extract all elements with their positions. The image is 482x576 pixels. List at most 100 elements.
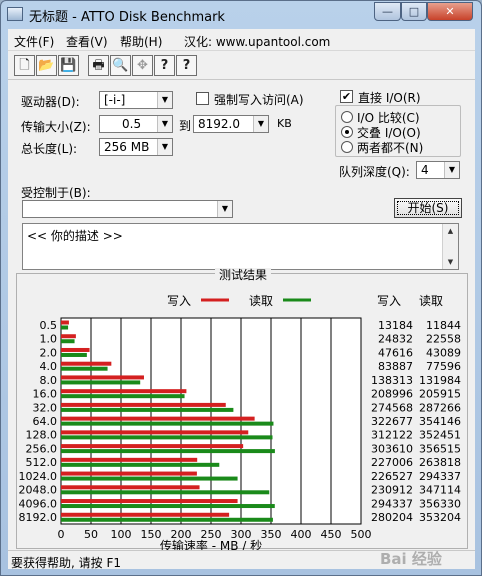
window-title: 无标题 - ATTO Disk Benchmark <box>29 10 225 25</box>
context-help-icon[interactable]: ? <box>176 55 197 76</box>
close-button[interactable]: ✕ <box>427 2 473 21</box>
chevron-down-icon[interactable]: ▼ <box>444 162 459 178</box>
read-value: 263818 <box>419 456 461 469</box>
read-bar <box>61 380 141 385</box>
kb-label: KB <box>277 117 292 130</box>
chevron-down-icon[interactable]: ▼ <box>157 116 172 132</box>
chevron-down-icon[interactable]: ▼ <box>157 139 172 155</box>
read-bar <box>61 517 273 522</box>
overlapped-io-radio[interactable] <box>341 126 353 138</box>
y-category-label: 512.0 <box>26 456 58 469</box>
read-value: 347114 <box>419 484 461 497</box>
transfer-to-select[interactable]: 8192.0 ▼ <box>193 115 269 133</box>
menu-view[interactable]: 查看(V) <box>66 33 108 50</box>
read-value: 22558 <box>426 333 461 346</box>
y-category-label: 1024.0 <box>19 470 58 483</box>
total-length-value: 256 MB <box>104 140 150 154</box>
read-bar <box>61 407 234 412</box>
maximize-button[interactable]: □ <box>401 2 427 21</box>
write-bar <box>61 334 76 339</box>
x-tick-label: 50 <box>84 528 98 541</box>
write-bar <box>61 320 69 325</box>
menu-localization[interactable]: 汉化: www.upantool.com <box>184 33 330 50</box>
write-value: 294337 <box>371 497 413 510</box>
y-category-label: 1.0 <box>40 333 58 346</box>
x-tick-label: 150 <box>141 528 162 541</box>
drive-label: 驱动器(D): <box>21 95 80 109</box>
read-bar <box>61 352 87 357</box>
title-bar[interactable]: 无标题 - ATTO Disk Benchmark — □ ✕ <box>1 1 481 29</box>
direct-io-checkbox[interactable]: ✔ <box>340 90 353 103</box>
x-axis-label: 传输速率 - MB / 秒 <box>160 538 262 550</box>
controlled-by-label: 受控制于(B): <box>21 186 91 200</box>
results-group: 测试结果 0 50 100 150 200 250 300 350 400 450 500 写入 读取写… <box>16 268 468 550</box>
read-value: 11844 <box>426 319 461 332</box>
read-bar <box>61 476 238 481</box>
write-bar <box>61 361 112 366</box>
write-bar <box>61 375 144 380</box>
write-value: 280204 <box>371 511 413 524</box>
x-tick-label: 350 <box>261 528 282 541</box>
read-value: 356515 <box>419 442 461 455</box>
x-tick-label: 500 <box>351 528 372 541</box>
write-value: 230912 <box>371 484 413 497</box>
y-category-label: 32.0 <box>33 401 58 414</box>
read-value: 356330 <box>419 497 461 510</box>
write-bar <box>61 389 187 394</box>
force-write-label: 强制写入访问(A) <box>214 93 304 107</box>
neither-label: 两者都不(N) <box>357 141 424 155</box>
y-category-label: 2.0 <box>40 346 58 359</box>
read-bar <box>61 366 108 371</box>
y-category-label: 128.0 <box>26 429 58 442</box>
y-category-label: 8.0 <box>40 374 58 387</box>
chevron-down-icon[interactable]: ▼ <box>253 116 268 132</box>
force-write-checkbox[interactable] <box>196 92 209 105</box>
total-length-label: 总长度(L): <box>21 142 78 156</box>
save-icon[interactable]: 💾 <box>58 55 79 76</box>
write-value: 226527 <box>371 470 413 483</box>
chevron-down-icon[interactable]: ▼ <box>157 92 172 108</box>
write-value: 24832 <box>378 333 413 346</box>
read-column-header: 读取 <box>419 294 443 308</box>
direct-io-label: 直接 I/O(R) <box>358 91 421 105</box>
total-length-select[interactable]: 256 MB ▼ <box>99 138 173 156</box>
io-compare-radio[interactable] <box>341 111 353 123</box>
legend-read-label: 读取 <box>249 294 273 308</box>
y-category-label: 16.0 <box>33 388 58 401</box>
watermark: Bai 经验 <box>380 550 442 568</box>
status-text: 要获得帮助, 请按 F1 <box>11 556 121 570</box>
move-icon[interactable]: ✥ <box>132 55 153 76</box>
transfer-size-label: 传输大小(Z): <box>21 120 91 134</box>
print-preview-icon[interactable]: 🔍 <box>110 55 131 76</box>
menu-file[interactable]: 文件(F) <box>14 33 54 50</box>
drive-select[interactable]: [-i-] ▼ <box>99 91 173 109</box>
read-value: 131984 <box>419 374 461 387</box>
scroll-up-icon[interactable]: ▲ <box>443 224 458 238</box>
start-button[interactable]: 开始(S) <box>394 198 462 218</box>
read-bar <box>61 421 274 426</box>
queue-depth-value: 4 <box>421 163 429 177</box>
read-value: 352451 <box>419 429 461 442</box>
y-category-label: 8192.0 <box>19 511 58 524</box>
chevron-down-icon[interactable]: ▼ <box>217 201 232 217</box>
write-value: 274568 <box>371 401 413 414</box>
write-value: 312122 <box>371 429 413 442</box>
transfer-from-select[interactable]: 0.5 ▼ <box>99 115 173 133</box>
new-document-icon[interactable]: 🗋 <box>14 55 35 76</box>
legend-write-label: 写入 <box>167 294 191 308</box>
write-bar <box>61 347 90 352</box>
open-folder-icon[interactable]: 📂 <box>36 55 57 76</box>
print-icon[interactable]: 🖶 <box>88 55 109 76</box>
description-scrollbar[interactable]: ▲ ▼ <box>442 224 458 269</box>
controlled-by-select[interactable]: ▼ <box>22 200 233 218</box>
neither-radio[interactable] <box>341 141 353 153</box>
read-bar <box>61 449 275 454</box>
queue-depth-select[interactable]: 4 ▼ <box>416 161 460 179</box>
minimize-button[interactable]: — <box>374 2 401 21</box>
write-value: 303610 <box>371 442 413 455</box>
write-bar <box>61 499 238 504</box>
help-icon[interactable]: ? <box>154 55 175 76</box>
description-box[interactable]: << 你的描述 >> ▲ ▼ <box>22 223 459 270</box>
x-tick-label: 0 <box>58 528 65 541</box>
menu-help[interactable]: 帮助(H) <box>120 33 162 50</box>
